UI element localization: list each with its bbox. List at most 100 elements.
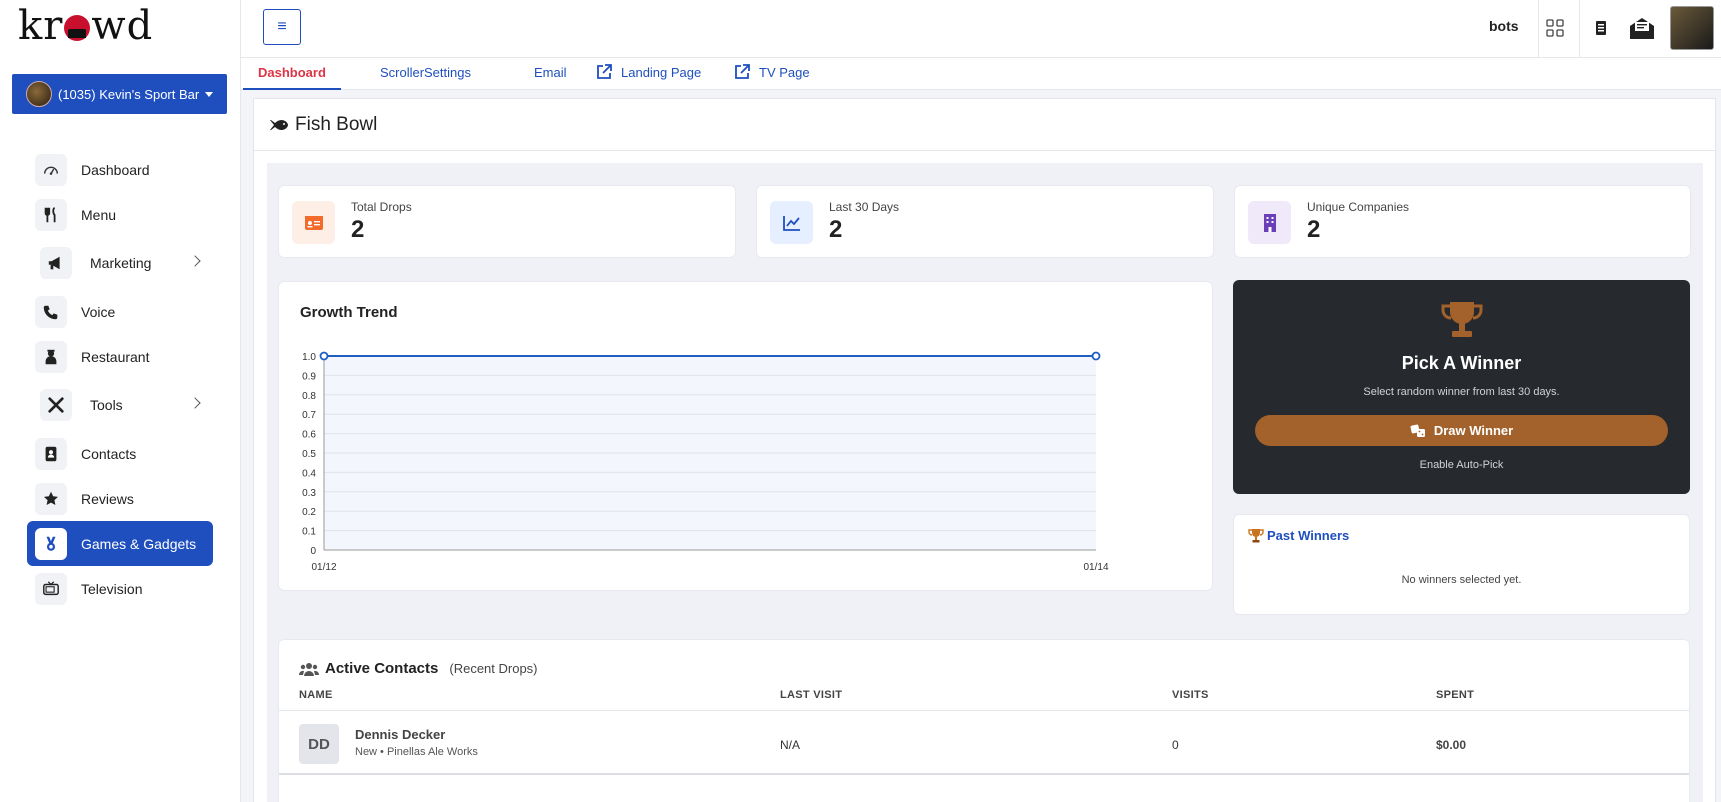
- krowd-logo[interactable]: kr wd: [18, 6, 153, 46]
- waiter-icon: [35, 340, 67, 373]
- stat-card-unique-companies: Unique Companies 2: [1234, 185, 1691, 258]
- avatar: DD: [299, 724, 339, 764]
- y-tick-label: 0: [310, 546, 316, 557]
- trophy-icon: [1441, 302, 1483, 337]
- medal-icon: [35, 527, 67, 560]
- top-bar: ≡ bots: [241, 0, 1721, 58]
- column-header-visits[interactable]: VISITS: [1172, 689, 1209, 701]
- stat-value: 2: [351, 216, 365, 243]
- past-winners-title: Past Winners: [1267, 528, 1350, 543]
- sidebar-item-contacts[interactable]: Contacts: [27, 431, 213, 476]
- address-book-icon: [35, 437, 67, 470]
- sidebar-item-label: Dashboard: [81, 161, 150, 178]
- hamburger-menu-button[interactable]: ≡: [263, 9, 301, 45]
- sidebar: kr wd (1035) Kevin's Sport Bar Dashboard …: [0, 0, 241, 802]
- tab-email[interactable]: Email: [534, 63, 567, 90]
- sidebar-nav: Dashboard Menu Marketing Voice Restauran…: [27, 147, 213, 611]
- y-tick-label: 0.2: [302, 507, 316, 518]
- sidebar-item-reviews[interactable]: Reviews: [27, 476, 213, 521]
- sidebar-item-television[interactable]: Television: [27, 566, 213, 611]
- users-icon: [299, 662, 319, 676]
- sidebar-item-marketing[interactable]: Marketing: [27, 237, 213, 289]
- pick-winner-subtitle: Select random winner from last 30 days.: [1363, 386, 1560, 398]
- sidebar-item-games-gadgets[interactable]: Games & Gadgets: [27, 521, 213, 566]
- past-winners-card: Past Winners No winners selected yet.: [1233, 514, 1690, 615]
- mail-open-icon[interactable]: [1626, 14, 1658, 42]
- growth-trend-chart: 0 0.1 0.2 0.3 0.4 0.5 0.6 0.7 0.8 0.9 1.0 01/12 01/1…: [302, 351, 1109, 573]
- fish-bowl-panel: Fish Bowl Total Drops 2 Last 30 Days 2 U…: [253, 98, 1716, 802]
- caret-down-icon: [205, 91, 214, 97]
- sidebar-item-label: Voice: [81, 303, 116, 320]
- menu-icon: ≡: [277, 18, 287, 35]
- x-tick-label: 01/12: [311, 562, 336, 573]
- sidebar-item-dashboard[interactable]: Dashboard: [27, 147, 213, 192]
- enable-auto-pick-link[interactable]: Enable Auto-Pick: [1233, 459, 1690, 471]
- draw-winner-label: Draw Winner: [1433, 423, 1514, 438]
- page-header: Fish Bowl: [254, 99, 1715, 151]
- trophy-icon: [1248, 529, 1264, 543]
- y-tick-label: 0.3: [302, 488, 316, 499]
- active-contacts-heading: Active Contacts (Recent Drops): [299, 660, 538, 677]
- contact-name[interactable]: Dennis Decker: [355, 727, 445, 742]
- y-tick-label: 0.7: [302, 410, 316, 421]
- sidebar-item-voice[interactable]: Voice: [27, 289, 213, 334]
- stat-label: Total Drops: [351, 200, 412, 214]
- id-card-icon: [292, 201, 335, 244]
- sidebar-item-label: Contacts: [81, 445, 137, 462]
- stat-value: 2: [1307, 216, 1321, 243]
- venue-selector[interactable]: (1035) Kevin's Sport Bar: [12, 74, 227, 114]
- page-title: Fish Bowl: [295, 113, 378, 135]
- spent-cell: $0.00: [1436, 738, 1467, 752]
- sidebar-item-menu[interactable]: Menu: [27, 192, 213, 237]
- tab-tv-page[interactable]: TV Page: [733, 63, 810, 90]
- star-icon: [35, 482, 67, 515]
- pick-winner-title: Pick A Winner: [1401, 353, 1522, 373]
- building-icon: [1248, 201, 1291, 244]
- chart-line-icon: [770, 201, 813, 244]
- tab-settings[interactable]: Settings: [424, 63, 471, 90]
- tab-scroller[interactable]: Scroller: [380, 63, 424, 90]
- column-header-name[interactable]: NAME: [299, 689, 333, 701]
- stat-value: 2: [829, 216, 843, 243]
- visits-cell: 0: [1172, 738, 1179, 752]
- receipt-icon[interactable]: [1587, 14, 1615, 42]
- venue-label: (1035) Kevin's Sport Bar: [58, 86, 200, 102]
- divider: [1538, 0, 1539, 58]
- apps-grid-icon[interactable]: [1541, 14, 1569, 42]
- contact-meta: New • Pinellas Ale Works: [355, 746, 478, 758]
- sidebar-item-label: Games & Gadgets: [81, 535, 197, 552]
- sidebar-item-restaurant[interactable]: Restaurant: [27, 334, 213, 379]
- tab-landing-page[interactable]: Landing Page: [595, 63, 701, 90]
- user-avatar[interactable]: [1670, 6, 1714, 50]
- y-tick-label: 0.8: [302, 391, 316, 402]
- sidebar-item-label: Tools: [90, 397, 123, 413]
- stat-card-total-drops: Total Drops 2: [278, 185, 736, 258]
- growth-trend-card: Growth Trend 0 0.1 0.2 0.3 0.4 0.5 0.6 0.7 0.8 0.…: [278, 281, 1213, 591]
- sidebar-item-label: Reviews: [81, 490, 134, 507]
- utensils-icon: [35, 198, 67, 231]
- tab-label: Landing Page: [621, 65, 702, 80]
- tv-icon: [35, 572, 67, 605]
- megaphone-icon: [40, 247, 72, 279]
- stat-card-last-30-days: Last 30 Days 2: [756, 185, 1214, 258]
- y-tick-label: 0.4: [302, 468, 316, 479]
- sidebar-item-label: Menu: [81, 206, 117, 223]
- column-header-spent[interactable]: SPENT: [1436, 689, 1474, 701]
- data-point: [1091, 351, 1101, 361]
- tab-bar: Dashboard Scroller Settings Email Landin…: [241, 58, 1721, 90]
- sidebar-item-label: Marketing: [90, 255, 152, 271]
- bots-logo[interactable]: bots: [1489, 18, 1519, 34]
- sidebar-item-tools[interactable]: Tools: [27, 379, 213, 431]
- dice-icon: [1410, 424, 1425, 437]
- external-link-icon: [735, 64, 750, 79]
- chevron-right-icon: [189, 397, 201, 409]
- y-tick-label: 0.5: [302, 449, 316, 460]
- column-header-last-visit[interactable]: LAST VISIT: [780, 689, 842, 701]
- phone-icon: [35, 295, 67, 328]
- table-row[interactable]: DD Dennis Decker New • Pinellas Ale Work…: [279, 711, 1689, 775]
- sidebar-item-label: Restaurant: [81, 348, 150, 365]
- tab-dashboard[interactable]: Dashboard: [243, 63, 341, 90]
- stat-label: Last 30 Days: [829, 200, 900, 214]
- draw-winner-button[interactable]: Draw Winner: [1255, 415, 1668, 446]
- last-visit-cell: N/A: [780, 738, 801, 752]
